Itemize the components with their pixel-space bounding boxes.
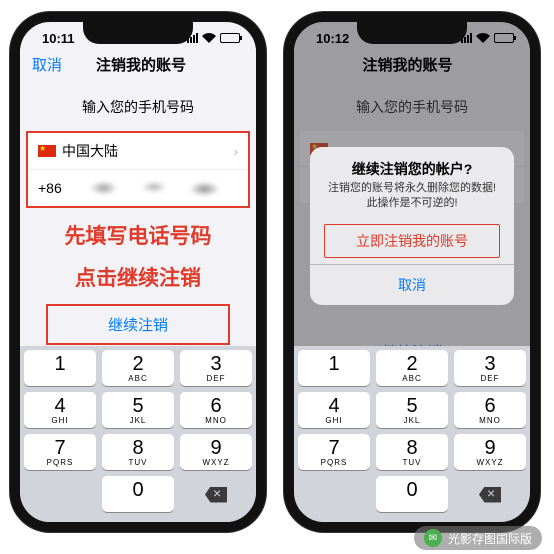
key-number: 2 — [376, 354, 448, 374]
confirm-delete-button[interactable]: 立即注销我的账号 — [324, 224, 500, 258]
key-number: 1 — [24, 354, 96, 374]
key-letters: JKL — [376, 416, 448, 425]
key-1[interactable]: 1 — [298, 350, 370, 386]
phone-input-group: 中国大陆 › +86 — [26, 131, 250, 208]
key-letters: WXYZ — [454, 458, 526, 467]
key-6[interactable]: 6MNO — [180, 392, 252, 428]
key-3[interactable]: 3DEF — [454, 350, 526, 386]
key-letters: TUV — [376, 458, 448, 467]
key-number: 3 — [454, 354, 526, 374]
key-number: 7 — [24, 438, 96, 458]
key-number: 5 — [102, 396, 174, 416]
key-number: 0 — [102, 480, 174, 500]
key-number: 1 — [298, 354, 370, 374]
dialog-cancel-button[interactable]: 取消 — [310, 264, 514, 305]
key-letters: JKL — [102, 416, 174, 425]
continue-highlight: 继续注销 — [46, 304, 230, 345]
instruction-2: 点击继续注销 — [20, 262, 256, 292]
key-letters: ABC — [376, 374, 448, 383]
nav-bar: 取消 注销我的账号 — [20, 48, 256, 83]
key-number: 3 — [180, 354, 252, 374]
key-0[interactable]: 0 — [102, 476, 174, 512]
phone-left: 10:11 取消 注销我的账号 输入您的手机号码 中国大陆 › +86 — [10, 12, 266, 532]
redacted-number — [70, 178, 238, 198]
key-7[interactable]: 7PQRS — [298, 434, 370, 470]
key-6[interactable]: 6MNO — [454, 392, 526, 428]
notch — [83, 22, 193, 44]
key-letters — [102, 500, 174, 509]
notch — [357, 22, 467, 44]
wifi-icon — [202, 33, 216, 43]
key-number: 5 — [376, 396, 448, 416]
key-9[interactable]: 9WXYZ — [180, 434, 252, 470]
battery-icon — [220, 33, 240, 43]
key-letters: WXYZ — [180, 458, 252, 467]
key-number: 6 — [454, 396, 526, 416]
key-7[interactable]: 7PQRS — [24, 434, 96, 470]
key-number: 6 — [180, 396, 252, 416]
backspace-icon — [205, 487, 227, 503]
key-5[interactable]: 5JKL — [102, 392, 174, 428]
key-number: 7 — [298, 438, 370, 458]
status-time: 10:11 — [42, 31, 75, 46]
country-label: 中国大陆 — [62, 141, 118, 161]
key-3[interactable]: 3DEF — [180, 350, 252, 386]
phone-right: 10:12 xx 注销我的账号 输入您的手机号码 xx +86 — [284, 12, 540, 532]
page-title: 注销我的账号 — [62, 54, 220, 75]
key-letters: DEF — [454, 374, 526, 383]
key-number: 0 — [376, 480, 448, 500]
key-1[interactable]: 1 — [24, 350, 96, 386]
dialog-message: 注销您的账号将永久删除您的数据! 此操作是不可逆的! — [310, 181, 514, 224]
key-letters: PQRS — [298, 458, 370, 467]
subtitle: 输入您的手机号码 — [20, 83, 256, 131]
dialog-title: 继续注销您的帐户? — [310, 147, 514, 181]
key-number: 8 — [376, 438, 448, 458]
backspace-icon — [479, 487, 501, 503]
cancel-button[interactable]: 取消 — [32, 54, 62, 75]
continue-button[interactable]: 继续注销 — [52, 310, 224, 339]
key-2[interactable]: 2ABC — [376, 350, 448, 386]
key-number: 4 — [298, 396, 370, 416]
key-8[interactable]: 8TUV — [376, 434, 448, 470]
key-letters: MNO — [454, 416, 526, 425]
confirm-dialog: 继续注销您的帐户? 注销您的账号将永久删除您的数据! 此操作是不可逆的! 立即注… — [310, 147, 514, 305]
country-selector[interactable]: 中国大陆 › — [28, 133, 248, 170]
backspace-key[interactable] — [454, 476, 526, 512]
key-4[interactable]: 4GHI — [298, 392, 370, 428]
key-number: 9 — [180, 438, 252, 458]
key-letters: PQRS — [24, 458, 96, 467]
key-0[interactable]: 0 — [376, 476, 448, 512]
key-2[interactable]: 2ABC — [102, 350, 174, 386]
key-8[interactable]: 8TUV — [102, 434, 174, 470]
key-number: 2 — [102, 354, 174, 374]
key-5[interactable]: 5JKL — [376, 392, 448, 428]
key-letters: MNO — [180, 416, 252, 425]
key-letters: GHI — [24, 416, 96, 425]
phone-input[interactable]: +86 — [28, 170, 248, 206]
wechat-icon: ✉ — [424, 529, 442, 547]
flag-icon — [38, 145, 56, 157]
key-letters: DEF — [180, 374, 252, 383]
country-code: +86 — [38, 180, 62, 196]
backspace-key[interactable] — [180, 476, 252, 512]
key-letters — [298, 374, 370, 383]
numeric-keypad: 1 2ABC3DEF4GHI5JKL6MNO7PQRS8TUV9WXYZ0 — [20, 346, 256, 522]
key-number: 9 — [454, 438, 526, 458]
watermark-text: 光影存图国际版 — [448, 530, 532, 547]
key-letters — [24, 374, 96, 383]
key-9[interactable]: 9WXYZ — [454, 434, 526, 470]
key-letters — [376, 500, 448, 509]
key-number: 4 — [24, 396, 96, 416]
key-letters: ABC — [102, 374, 174, 383]
key-4[interactable]: 4GHI — [24, 392, 96, 428]
numeric-keypad: 1 2ABC3DEF4GHI5JKL6MNO7PQRS8TUV9WXYZ0 — [294, 346, 530, 522]
key-letters: TUV — [102, 458, 174, 467]
chevron-right-icon: › — [233, 143, 238, 159]
key-letters: GHI — [298, 416, 370, 425]
watermark: ✉ 光影存图国际版 — [414, 526, 542, 550]
instruction-1: 先填写电话号码 — [20, 220, 256, 250]
key-number: 8 — [102, 438, 174, 458]
